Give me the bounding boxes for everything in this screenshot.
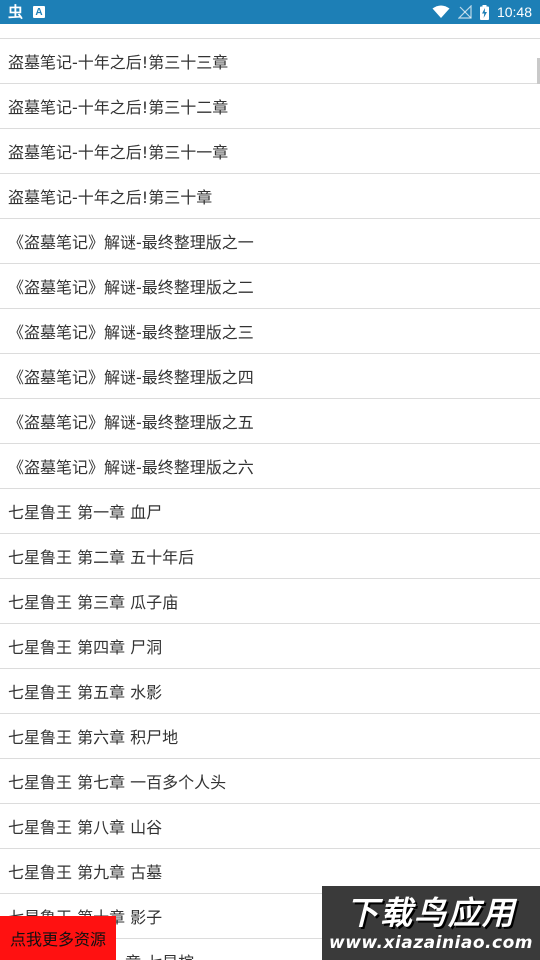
no-signal-icon [457,5,472,19]
clock: 10:48 [496,4,532,20]
chapter-item[interactable]: 盗墓笔记-十年之后!第三十章 [0,174,540,219]
chapter-item[interactable]: 盗墓笔记-十年之后!第三十一章 [0,129,540,174]
watermark-url: www.xiazainiao.com [329,933,533,953]
chapter-item[interactable]: 《盗墓笔记》解谜-最终整理版之二 [0,264,540,309]
chapter-item[interactable]: 七星鲁王 第一章 血尸 [0,489,540,534]
chapter-item[interactable]: 七星鲁王 第六章 积尸地 [0,714,540,759]
app-notification-icon: 虫 [8,2,24,21]
watermark-logo: 下载鸟应用 www.xiazainiao.com [322,884,540,960]
chapter-item[interactable]: 《盗墓笔记》解谜-最终整理版之四 [0,354,540,399]
chapter-item[interactable]: 七星鲁王 第四章 尸洞 [0,624,540,669]
chapter-item[interactable]: 《盗墓笔记》解谜-最终整理版之一 [0,219,540,264]
status-bar: 虫 A 10:48 [0,0,540,24]
chapter-item[interactable]: 《盗墓笔记》解谜-最终整理版之三 [0,309,540,354]
chapter-item[interactable]: 七星鲁王 第三章 瓜子庙 [0,579,540,624]
wifi-icon [432,5,450,18]
chapter-item[interactable]: 《盗墓笔记》解谜-最终整理版之五 [0,399,540,444]
chapter-item[interactable]: 七星鲁王 第二章 五十年后 [0,534,540,579]
chapter-list: 盗墓笔记-十年之后!第三十三章 盗墓笔记-十年之后!第三十二章 盗墓笔记-十年之后!… [0,38,540,960]
chapter-item[interactable]: 盗墓笔记-十年之后!第三十二章 [0,84,540,129]
watermark-title: 下载鸟应用 [345,894,516,932]
chapter-item[interactable]: 《盗墓笔记》解谜-最终整理版之六 [0,444,540,489]
chapter-item[interactable]: 盗墓笔记-十年之后!第三十三章 [0,39,540,84]
chapter-item[interactable]: 七星鲁王 第七章 一百多个人头 [0,759,540,804]
chapter-item[interactable]: 七星鲁王 第五章 水影 [0,669,540,714]
a-notification-icon: A [33,6,46,18]
more-resources-button[interactable]: 点我更多资源 [0,916,116,960]
chapter-item[interactable]: 七星鲁王 第八章 山谷 [0,804,540,849]
battery-charging-icon [479,4,489,20]
